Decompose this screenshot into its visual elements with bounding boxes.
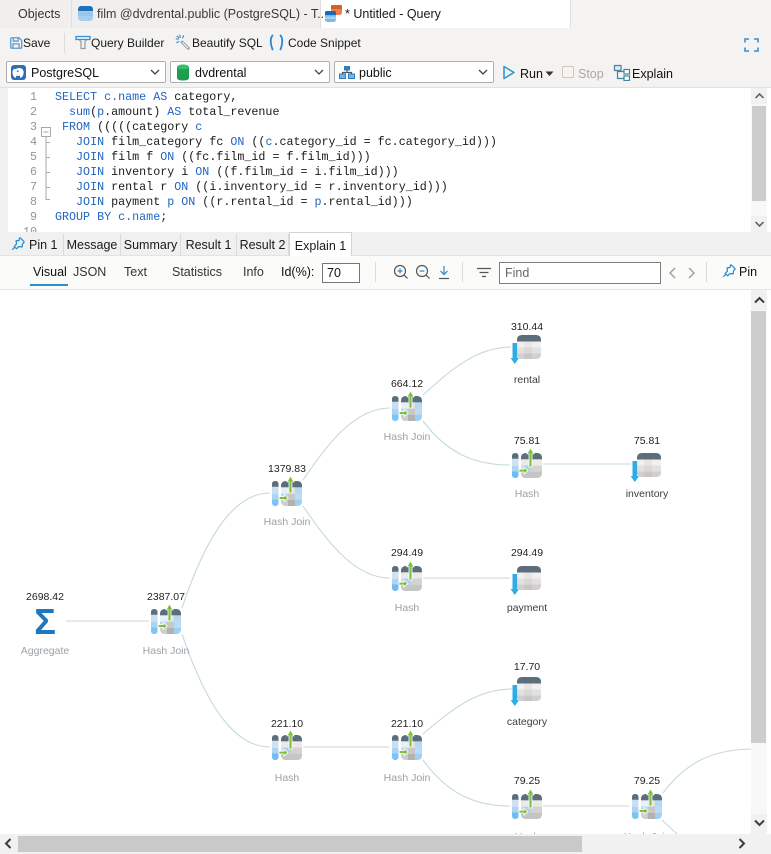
- svg-text:294.49: 294.49: [511, 547, 543, 559]
- svg-text:Hash Join: Hash Join: [264, 516, 311, 528]
- svg-text:Aggregate: Aggregate: [21, 645, 70, 657]
- svg-text:Hash: Hash: [395, 602, 420, 614]
- svg-text:Hash Join: Hash Join: [384, 772, 431, 784]
- svg-text:2387.07: 2387.07: [147, 591, 185, 603]
- svg-text:Hash Join: Hash Join: [384, 431, 431, 443]
- svg-text:Hash Join: Hash Join: [143, 645, 190, 657]
- svg-text:inventory: inventory: [626, 488, 669, 500]
- svg-text:310.44: 310.44: [511, 321, 543, 333]
- svg-text:payment: payment: [507, 602, 547, 614]
- svg-text:221.10: 221.10: [391, 718, 423, 730]
- svg-text:Σ: Σ: [34, 601, 56, 642]
- svg-text:79.25: 79.25: [634, 775, 660, 787]
- svg-text:17.70: 17.70: [514, 661, 540, 673]
- svg-text:Hash: Hash: [515, 488, 540, 500]
- svg-text:rental: rental: [514, 374, 540, 386]
- svg-text:664.12: 664.12: [391, 378, 423, 390]
- svg-text:221.10: 221.10: [271, 718, 303, 730]
- svg-text:75.81: 75.81: [514, 435, 540, 447]
- svg-text:294.49: 294.49: [391, 547, 423, 559]
- svg-text:Hash: Hash: [275, 772, 300, 784]
- svg-text:75.81: 75.81: [634, 435, 660, 447]
- svg-text:category: category: [507, 716, 548, 728]
- svg-text:1379.83: 1379.83: [268, 463, 306, 475]
- svg-text:79.25: 79.25: [514, 775, 540, 787]
